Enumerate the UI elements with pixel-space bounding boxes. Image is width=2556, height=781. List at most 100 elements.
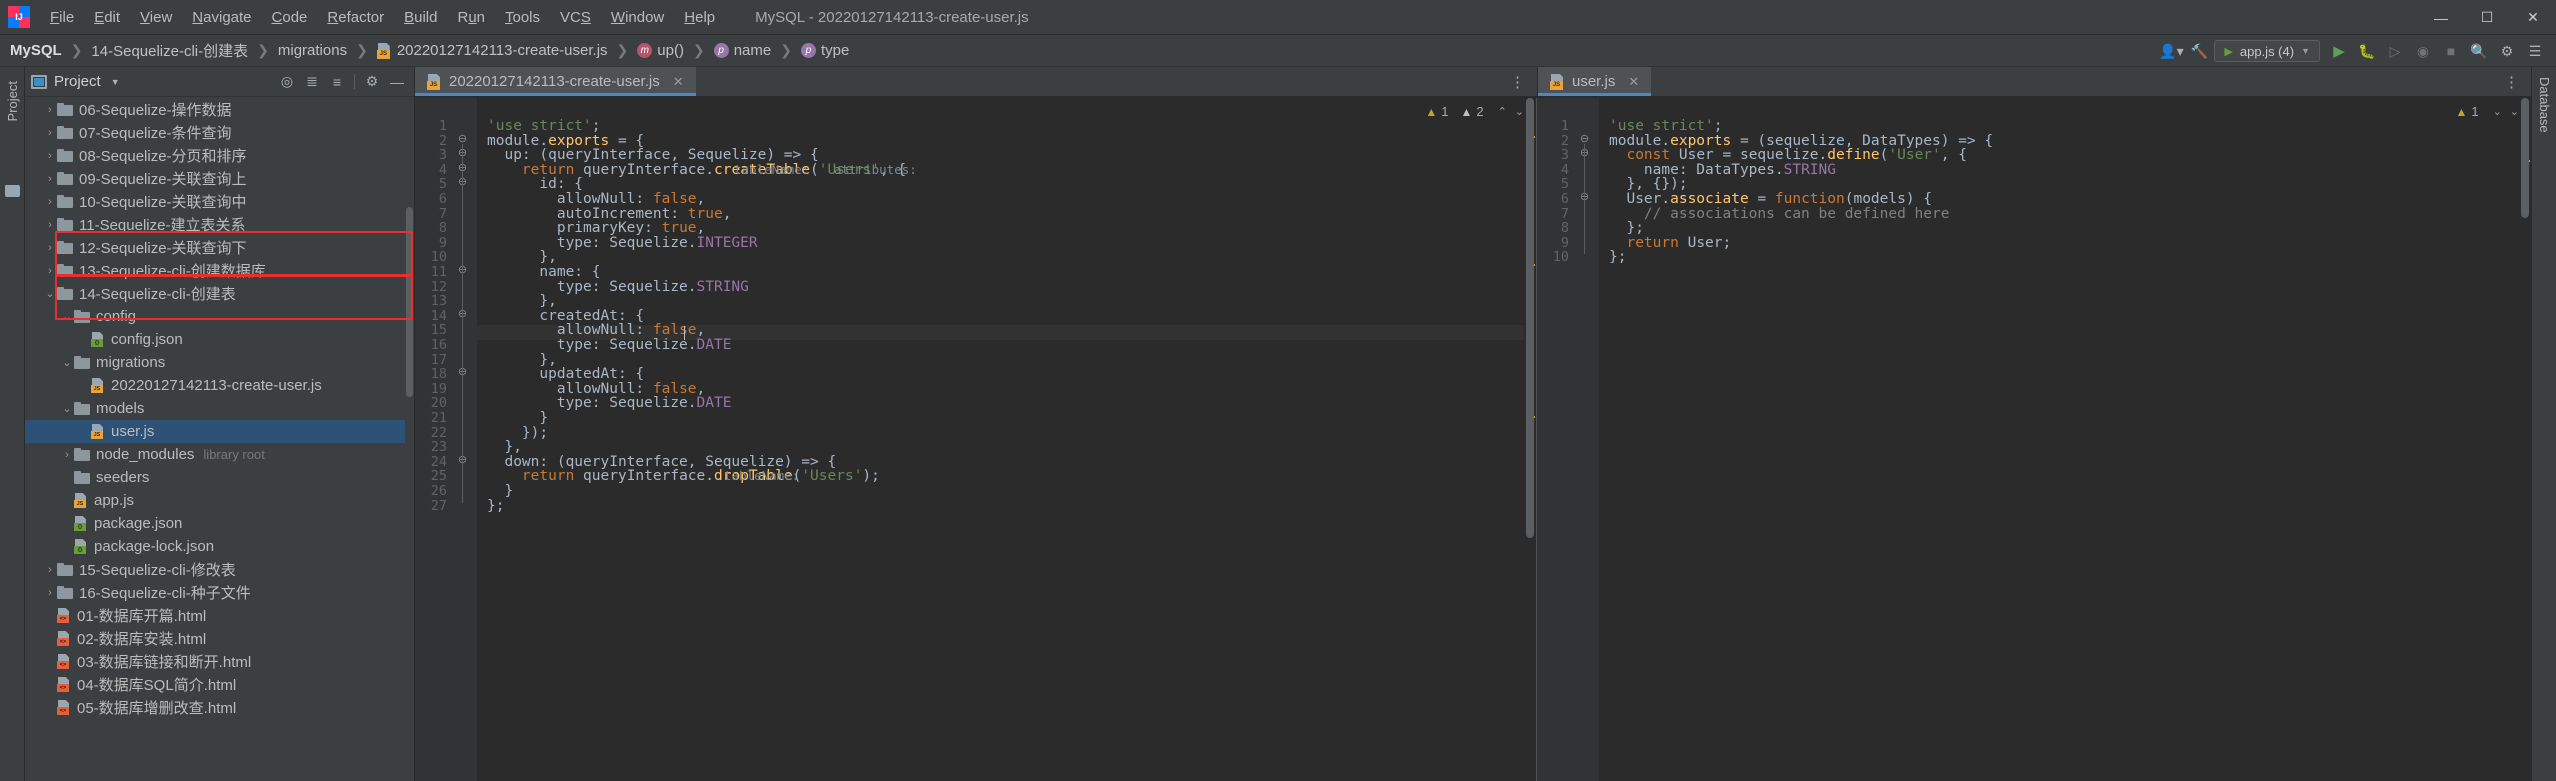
editor-vscrollbar-left[interactable] [1526, 98, 1534, 538]
tree-node-1[interactable]: › 07-Sequelize-条件查询 [25, 121, 405, 144]
tool-window-button-database[interactable]: Database [2537, 77, 2552, 133]
editor-tab-create-user[interactable]: JS 20220127142113-create-user.js ✕ [415, 67, 696, 96]
next-problem-icon[interactable]: ⌄ [2491, 105, 2504, 118]
editor-gutter-left[interactable]: 1 2 3 4 5 6 7 8 9 10 11 12 13 14 15 16 17 18 19 20 21 22 23 24 2… [415, 98, 477, 781]
tree-node-21[interactable]: › 16-Sequelize-cli-种子文件 [25, 581, 405, 604]
menu-item-help[interactable]: Help [674, 6, 725, 29]
chevron-down-icon[interactable]: ⌄ [60, 310, 74, 323]
tree-node-8[interactable]: ⌄ 14-Sequelize-cli-创建表 [25, 282, 405, 305]
menu-item-vcs[interactable]: VCS [550, 6, 601, 29]
run-configuration-selector[interactable]: ▶ app.js (4) ▼ [2214, 40, 2320, 62]
chevron-right-icon[interactable]: › [43, 127, 57, 139]
minimize-button[interactable]: — [2418, 0, 2464, 35]
menu-item-refactor[interactable]: Refactor [317, 6, 394, 29]
breadcrumb-item-4[interactable]: m up() [637, 42, 684, 59]
chevron-right-icon[interactable]: › [43, 173, 57, 185]
close-icon[interactable]: ✕ [673, 74, 684, 90]
menu-item-tools[interactable]: Tools [495, 6, 550, 29]
coverage-icon[interactable]: ▷ [2382, 38, 2408, 64]
tree-node-7[interactable]: › 13-Sequelize-cli-创建数据库 [25, 259, 405, 282]
tree-node-17[interactable]: JS app.js [25, 489, 405, 512]
chevron-down-icon[interactable]: ⌄ [60, 402, 74, 415]
tree-node-25[interactable]: <> 04-数据库SQL简介.html [25, 673, 405, 696]
locate-icon[interactable]: ◎ [276, 71, 298, 93]
tab-overflow-icon[interactable]: ⋮ [1498, 67, 1537, 96]
tool-window-button-project[interactable]: Project [5, 81, 20, 121]
menu-item-view[interactable]: View [130, 6, 182, 29]
menu-item-window[interactable]: Window [601, 6, 674, 29]
menu-item-run[interactable]: Run [447, 6, 495, 29]
tree-node-14[interactable]: JS user.js [25, 420, 405, 443]
close-button[interactable]: ✕ [2510, 0, 2556, 35]
breadcrumb-item-1[interactable]: 14-Sequelize-cli-创建表 [91, 40, 248, 61]
editor-pane-left[interactable]: 1 2 3 4 5 6 7 8 9 10 11 12 13 14 15 16 17 18 19 20 21 22 23 24 2… [415, 98, 1537, 781]
editor-vscrollbar-right[interactable] [2521, 98, 2529, 218]
prev-problem-icon[interactable]: ⌃ [1496, 105, 1509, 118]
tree-node-15[interactable]: › node_modules library root [25, 443, 405, 466]
search-everywhere-icon[interactable]: 🔍 [2466, 38, 2492, 64]
editor-code-right[interactable]: 'use strict'; module.exports = (sequelize… [1599, 98, 2531, 781]
maximize-button[interactable]: ☐ [2464, 0, 2510, 35]
hammer-icon[interactable]: 🔨 [2186, 38, 2212, 64]
editor-pane-right[interactable]: 12345678910⊖⊖⊖ 'use strict';module.expor… [1537, 98, 2531, 781]
project-tree[interactable]: › 06-Sequelize-操作数据 › 07-Sequelize-条件查询 › 08-… [25, 98, 405, 781]
tree-node-5[interactable]: › 11-Sequelize-建立表关系 [25, 213, 405, 236]
tree-node-4[interactable]: › 10-Sequelize-关联查询中 [25, 190, 405, 213]
chevron-right-icon[interactable]: › [43, 265, 57, 277]
chevron-right-icon[interactable]: › [43, 564, 57, 576]
inspection-widget-right[interactable]: ▲ 1 ⌄ ⌄ [2455, 104, 2521, 119]
tree-node-19[interactable]: {} package-lock.json [25, 535, 405, 558]
editor-code-left[interactable]: 'use strict'; module.exports = { up: (que… [477, 98, 1536, 781]
structure-folder-icon[interactable] [5, 185, 20, 197]
tree-node-18[interactable]: {} package.json [25, 512, 405, 535]
run-icon[interactable]: ▶ [2326, 38, 2352, 64]
tree-node-20[interactable]: › 15-Sequelize-cli-修改表 [25, 558, 405, 581]
chevron-right-icon[interactable]: › [43, 219, 57, 231]
notifications-icon[interactable]: ☰ [2522, 38, 2548, 64]
chevron-right-icon[interactable]: › [43, 104, 57, 116]
tree-node-3[interactable]: › 09-Sequelize-关联查询上 [25, 167, 405, 190]
tree-node-10[interactable]: {} config.json [25, 328, 405, 351]
chevron-down-icon[interactable]: ⌄ [43, 287, 57, 300]
inspection-widget-left[interactable]: ▲ 1 ▲ 2 ⌃ ⌄ [1425, 104, 1526, 119]
editor-marker-track-right[interactable] [2519, 98, 2531, 781]
editor-marker-track-left[interactable] [1524, 98, 1536, 781]
chevron-right-icon[interactable]: › [43, 587, 57, 599]
breadcrumb-item-6[interactable]: p type [800, 42, 849, 59]
tree-node-9[interactable]: ⌄ config [25, 305, 405, 328]
profile-icon[interactable]: ◉ [2410, 38, 2436, 64]
menu-item-navigate[interactable]: Navigate [182, 6, 261, 29]
breadcrumb-item-2[interactable]: migrations [278, 42, 347, 59]
chevron-right-icon[interactable]: › [43, 242, 57, 254]
menu-item-file[interactable]: File [40, 6, 84, 29]
chevron-down-icon[interactable]: ▼ [111, 77, 120, 87]
menu-item-build[interactable]: Build [394, 6, 447, 29]
settings-icon[interactable]: ⚙ [2494, 38, 2520, 64]
menu-item-edit[interactable]: Edit [84, 6, 130, 29]
tree-node-23[interactable]: <> 02-数据库安装.html [25, 627, 405, 650]
chevron-right-icon[interactable]: › [43, 150, 57, 162]
breadcrumb-item-3[interactable]: JS 20220127142113-create-user.js [376, 42, 608, 59]
stop-icon[interactable]: ■ [2438, 38, 2464, 64]
project-scrollbar[interactable] [406, 207, 413, 397]
hide-icon[interactable]: — [386, 71, 408, 93]
tree-node-0[interactable]: › 06-Sequelize-操作数据 [25, 98, 405, 121]
breadcrumb-item-0[interactable]: MySQL [10, 42, 62, 59]
expand-all-icon[interactable]: ≣ [301, 71, 323, 93]
close-icon[interactable]: ✕ [1628, 74, 1639, 90]
tree-node-12[interactable]: JS 20220127142113-create-user.js [25, 374, 405, 397]
chevron-right-icon[interactable]: › [43, 196, 57, 208]
debug-icon[interactable]: 🐛 [2354, 38, 2380, 64]
tree-node-2[interactable]: › 08-Sequelize-分页和排序 [25, 144, 405, 167]
tree-node-11[interactable]: ⌄ migrations [25, 351, 405, 374]
menu-item-code[interactable]: Code [262, 6, 318, 29]
collapse-all-icon[interactable]: ≡ [326, 71, 348, 93]
tree-node-6[interactable]: › 12-Sequelize-关联查询下 [25, 236, 405, 259]
user-icon[interactable]: 👤▾ [2158, 38, 2184, 64]
tree-node-16[interactable]: seeders [25, 466, 405, 489]
gear-icon[interactable]: ⚙ [361, 71, 383, 93]
tree-node-13[interactable]: ⌄ models [25, 397, 405, 420]
tree-node-26[interactable]: <> 05-数据库增删改查.html [25, 696, 405, 719]
editor-options-icon[interactable]: ⋮ [2492, 67, 2531, 96]
chevron-right-icon[interactable]: › [60, 449, 74, 461]
